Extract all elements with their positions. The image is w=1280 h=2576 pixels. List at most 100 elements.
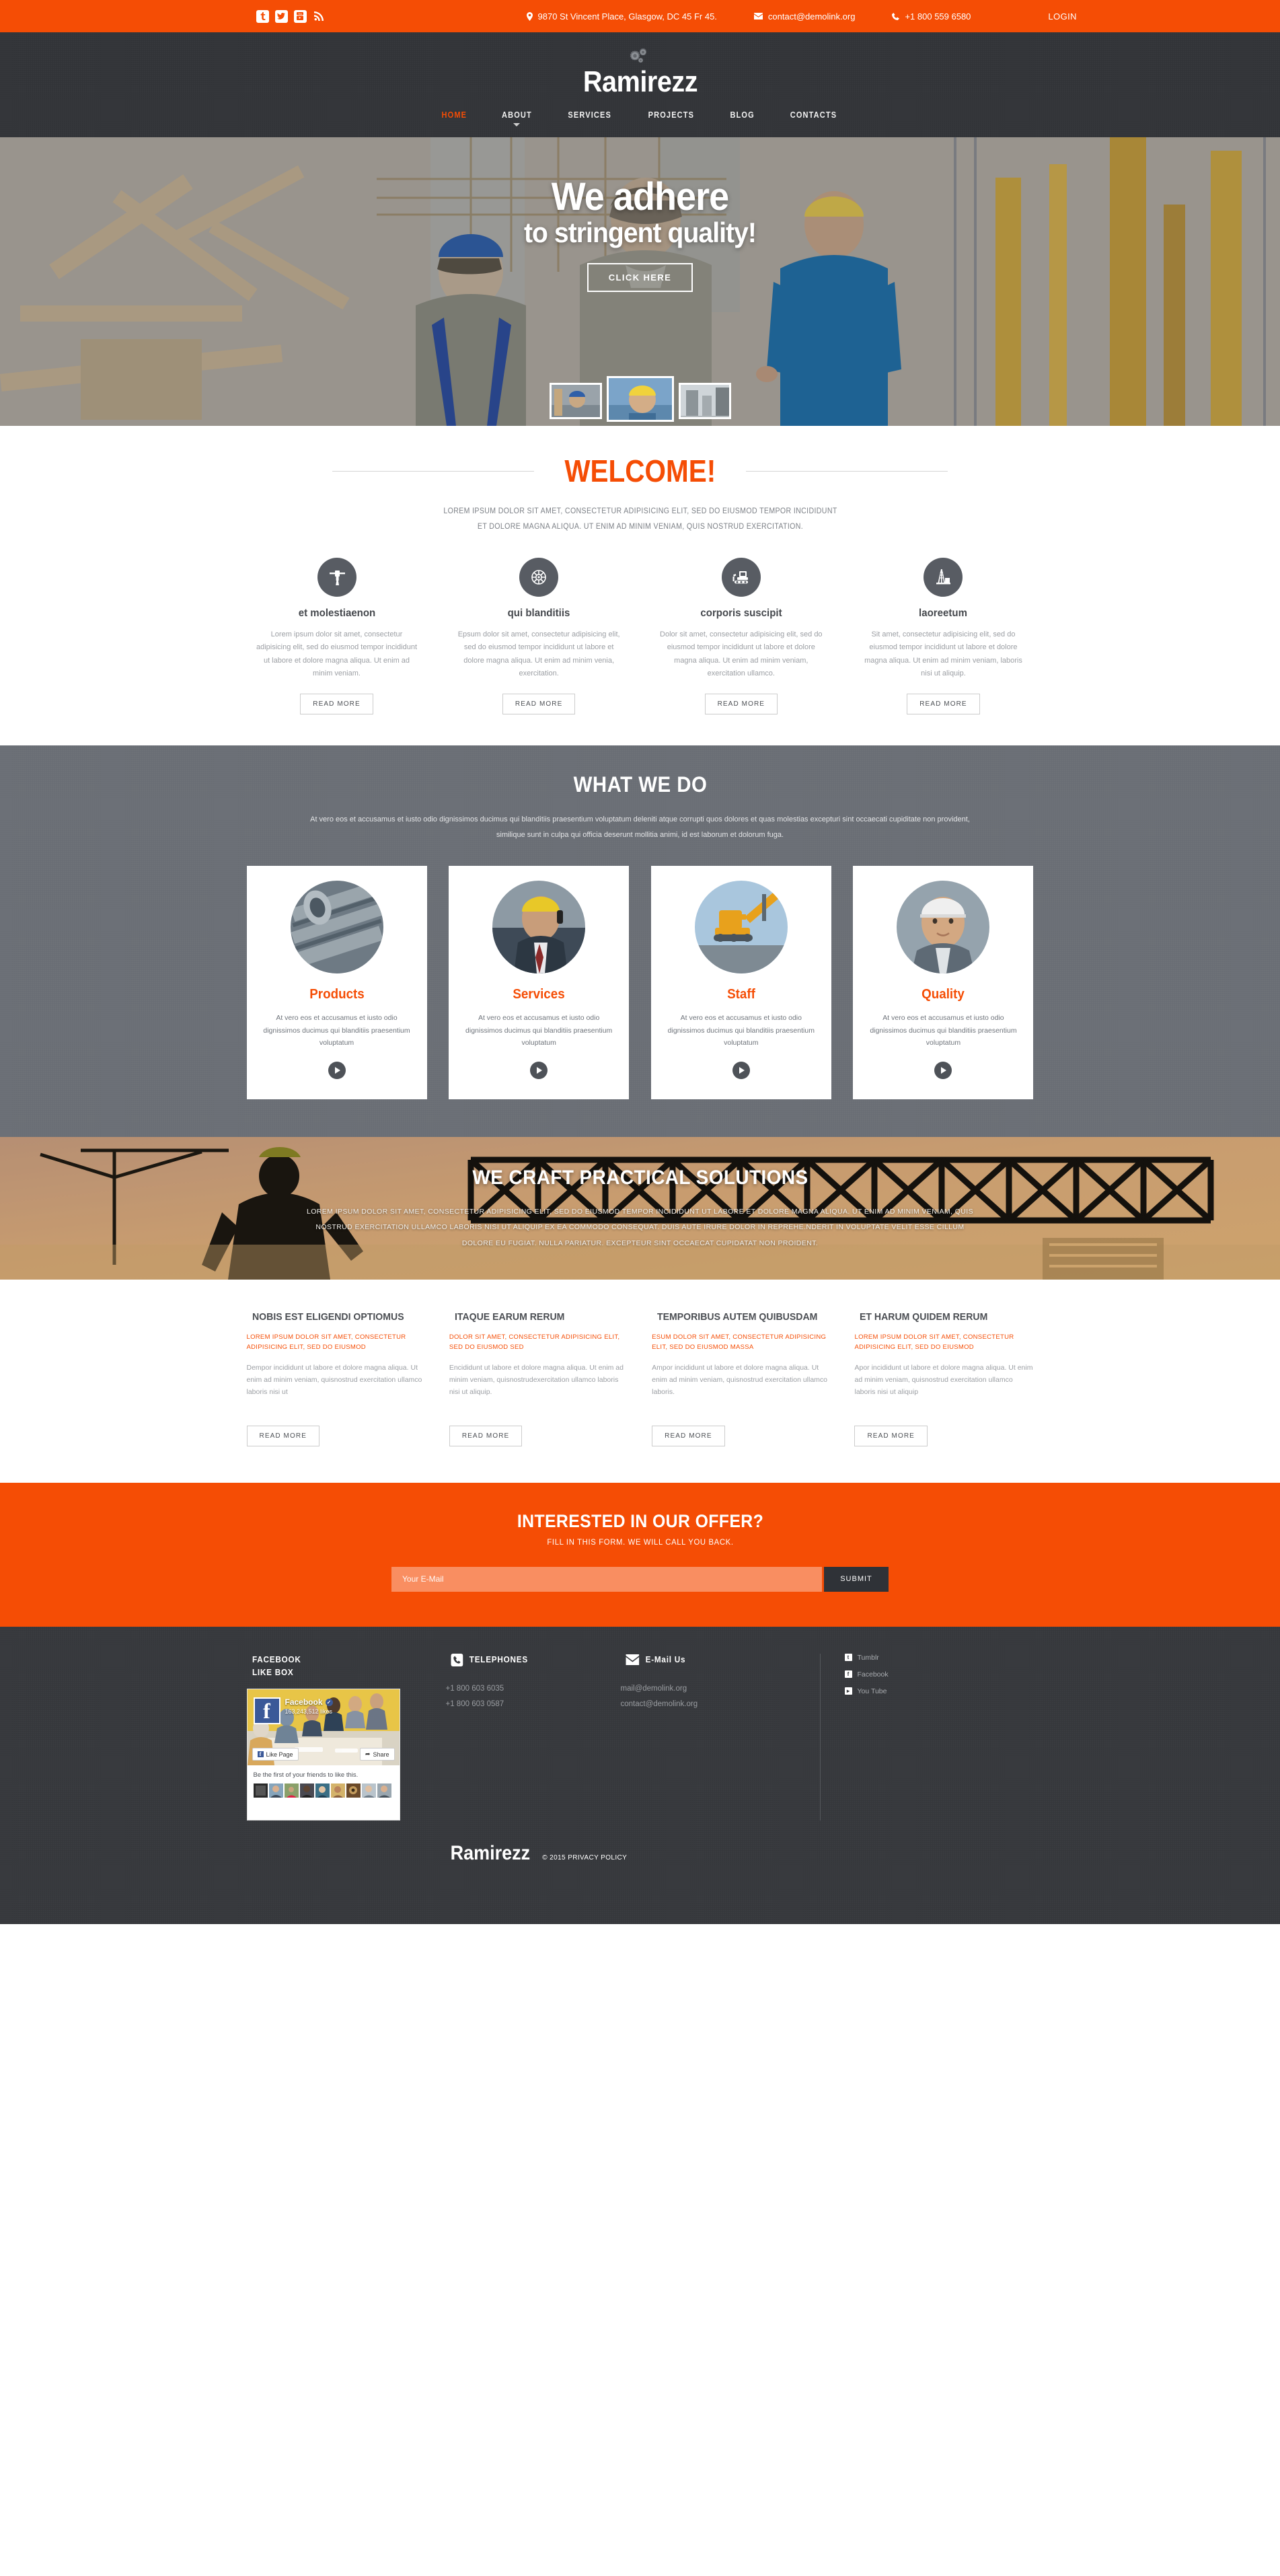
play-icon[interactable] — [732, 1062, 750, 1080]
worker-phone-photo — [492, 881, 586, 974]
footer-social-label: Tumblr — [857, 1653, 879, 1662]
news-read-more-button[interactable]: READ MORE — [854, 1425, 928, 1446]
hero-thumb-1[interactable] — [549, 383, 602, 419]
copyright-text: © 2015 PRIVACY POLICY — [542, 1854, 628, 1862]
nav-item-contacts[interactable]: CONTACTS — [787, 109, 840, 126]
hero-thumb-3[interactable] — [678, 383, 731, 419]
top-email-text: contact@demolink.org — [767, 11, 856, 22]
site-logo[interactable]: Ramirezz — [286, 67, 994, 97]
avatar — [268, 1783, 283, 1798]
feature-title: et molestiaenon — [298, 608, 375, 619]
top-phone: +1 800 559 6580 — [892, 11, 971, 22]
facebook-share-label: Share — [373, 1751, 389, 1758]
play-icon[interactable] — [934, 1062, 952, 1080]
news-read-more-button[interactable]: READ MORE — [449, 1425, 523, 1446]
footer-social-label: Facebook — [857, 1670, 889, 1679]
avatar — [253, 1783, 268, 1798]
news-subtitle: DOLOR SIT AMET, CONSECTETUR ADIPISICING … — [449, 1333, 620, 1352]
craft-title: WE CRAFT PRACTICAL SOLUTIONS — [472, 1167, 808, 1189]
nav-item-about[interactable]: ABOUT — [500, 109, 534, 126]
youtube-icon: ▸ — [844, 1687, 852, 1695]
twitter-icon[interactable] — [274, 9, 288, 23]
nav-item-blog[interactable]: BLOG — [728, 109, 756, 126]
facebook-like-box-column: FACEBOOK LIKE BOX f Facebook ✓ 163,243,5… — [246, 1654, 426, 1821]
facebook-share-button[interactable]: ➦ Share — [359, 1748, 395, 1761]
avatar — [299, 1783, 314, 1798]
card-text: At vero eos et accusamus et iusto odio d… — [870, 1014, 1017, 1047]
nav-link-about[interactable]: ABOUT — [502, 110, 532, 120]
news-subtitle: ESUM DOLOR SIT AMET, CONSECTETUR ADIPISI… — [652, 1333, 827, 1352]
nav-item-projects[interactable]: PROJECTS — [645, 109, 698, 126]
telephones-heading: TELEPHONES — [469, 1654, 528, 1664]
feature-read-more-button[interactable]: READ MORE — [502, 694, 576, 714]
nav-item-services[interactable]: SERVICES — [565, 109, 614, 126]
email-heading: E-Mail Us — [645, 1654, 685, 1664]
hero-thumb-2[interactable] — [606, 376, 674, 422]
youtube-icon[interactable]: You — [293, 9, 307, 23]
feature-title: laoreetum — [919, 608, 968, 619]
footer-social-youtube[interactable]: ▸ You Tube — [844, 1687, 889, 1695]
jackhammer-icon — [317, 558, 356, 597]
email-list: mail@demolink.org contact@demolink.org — [621, 1681, 789, 1712]
news-title: TEMPORIBUS AUTEM QUIBUSDAM — [657, 1311, 818, 1323]
nav-link-blog[interactable]: BLOG — [730, 110, 754, 120]
tumblr-icon[interactable] — [256, 9, 269, 23]
feature-list: et molestiaenon Lorem ipsum dolor sit am… — [247, 558, 1034, 714]
hero-thumbnails — [549, 376, 731, 422]
facebook-like-box-heading: FACEBOOK LIKE BOX — [252, 1654, 420, 1680]
news-title: ITAQUE EARUM RERUM — [454, 1311, 565, 1323]
news-read-more-button[interactable]: READ MORE — [652, 1425, 725, 1446]
email-link-1[interactable]: mail@demolink.org — [621, 1681, 789, 1697]
facebook-page-name: Facebook — [285, 1697, 323, 1707]
play-icon[interactable] — [530, 1062, 548, 1080]
nav-link-contacts[interactable]: CONTACTS — [790, 110, 837, 120]
email-field[interactable] — [391, 1566, 822, 1592]
nav-link-services[interactable]: SERVICES — [568, 110, 611, 120]
facebook-f-icon: f — [257, 1751, 264, 1758]
feature-read-more-button[interactable]: READ MORE — [907, 694, 980, 714]
top-address: 9870 St Vincent Place, Glasgow, DC 45 Fr… — [526, 11, 717, 22]
tumblr-icon: t — [844, 1654, 852, 1662]
nav-link-projects[interactable]: PROJECTS — [648, 110, 694, 120]
footer-bottom: Ramirezz © 2015 PRIVACY POLICY — [446, 1843, 1034, 1864]
submit-button[interactable]: SUBMIT — [824, 1566, 889, 1592]
news-item-1: NOBIS EST ELIGENDI OPTIOMUS LOREM IPSUM … — [246, 1311, 426, 1446]
subscribe-form: SUBMIT — [247, 1566, 1034, 1592]
top-email[interactable]: contact@demolink.org — [753, 11, 856, 22]
card-staff: Staff At vero eos et accusamus et iusto … — [650, 866, 831, 1100]
facebook-like-page-button[interactable]: f Like Page — [252, 1748, 299, 1761]
feature-read-more-button[interactable]: READ MORE — [704, 694, 778, 714]
email-link-2[interactable]: contact@demolink.org — [621, 1697, 789, 1712]
footer-social-tumblr[interactable]: t Tumblr — [844, 1653, 889, 1662]
news-text: Dempor incididunt ut labore et dolore ma… — [246, 1364, 422, 1396]
feature-read-more-button[interactable]: READ MORE — [300, 694, 373, 714]
hero-cta-button[interactable]: CLICK HERE — [587, 262, 693, 292]
news-subtitle: LOREM IPSUM DOLOR SIT AMET, CONSECTETUR … — [854, 1333, 1014, 1352]
what-we-do-cards: Products At vero eos et accusamus et ius… — [246, 866, 1034, 1100]
nav-link-home[interactable]: HOME — [442, 110, 467, 120]
footer-logo[interactable]: Ramirezz — [450, 1843, 530, 1864]
email-column: E-Mail Us mail@demolink.org contact@demo… — [621, 1654, 789, 1821]
news-read-more-button[interactable]: READ MORE — [246, 1425, 319, 1446]
page-root: You 9870 St Vincent Place, Glasgow, DC 4… — [0, 0, 1280, 1925]
footer-social-facebook[interactable]: f Facebook — [844, 1670, 889, 1679]
avatar — [284, 1783, 299, 1798]
avatar — [377, 1783, 391, 1798]
feature-item-1: et molestiaenon Lorem ipsum dolor sit am… — [247, 558, 427, 714]
top-contact-info: 9870 St Vincent Place, Glasgow, DC 45 Fr… — [526, 11, 1077, 22]
cta-subtitle: FILL IN THIS FORM. WE WILL CALL YOU BACK… — [546, 1537, 734, 1547]
login-link[interactable]: LOGIN — [1048, 11, 1076, 22]
nav-item-home[interactable]: HOME — [440, 109, 469, 126]
rss-icon[interactable] — [313, 10, 325, 22]
welcome-subtitle: LOREM IPSUM DOLOR SIT AMET, CONSECTETUR … — [443, 507, 837, 531]
feature-title: qui blanditiis — [507, 608, 570, 619]
telephone-1: +1 800 603 6035 — [445, 1685, 504, 1693]
hero-heading: We adhere to stringent quality! — [523, 178, 757, 248]
play-icon[interactable] — [328, 1062, 346, 1080]
hero-heading-line2: to stringent quality! — [523, 216, 757, 248]
avatar — [315, 1783, 330, 1798]
news-text: Encididunt ut labore et dolore magna ali… — [449, 1364, 624, 1396]
feature-text: Epsum dolor sit amet, consectetur adipis… — [457, 630, 620, 677]
site-header: Ramirezz HOME ABOUT SERVICES PROJECTS BL… — [0, 32, 1280, 137]
what-we-do-section: WHAT WE DO At vero eos et accusamus et i… — [0, 745, 1280, 1138]
